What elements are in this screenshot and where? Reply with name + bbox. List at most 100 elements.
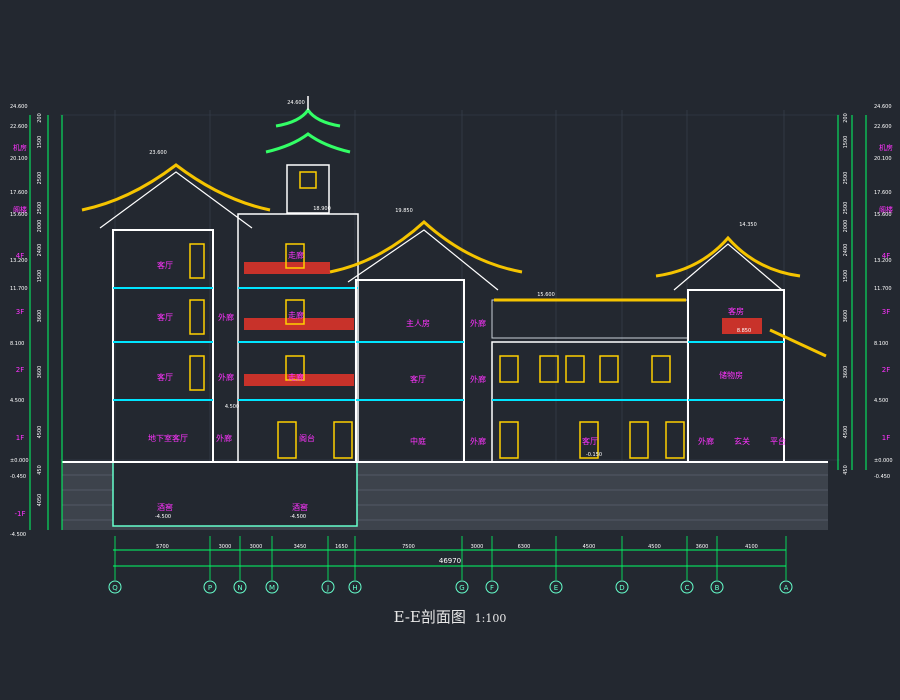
vertical-dimension-right: 200	[843, 113, 849, 123]
room-label: 中庭	[410, 436, 426, 446]
room-label: 酒窖	[292, 502, 308, 512]
floor-label-right: 机房	[879, 143, 893, 152]
axis-label: G	[459, 584, 464, 592]
room-label: 走廊	[288, 250, 304, 260]
drawing-title-main: E-E剖面图	[393, 608, 466, 626]
vertical-dimension-left: 2500	[37, 202, 43, 215]
elevation-tag: 8.850	[737, 328, 751, 334]
bay-dimension: 3000	[219, 544, 232, 550]
axis-label: A	[784, 584, 789, 592]
level-value-left: 8.100	[10, 341, 24, 347]
drawing-title: E-E剖面图 1:100	[0, 606, 900, 627]
floor-label-left: 3F	[16, 308, 24, 316]
axis-label: P	[208, 584, 212, 592]
room-label: 外廊	[470, 374, 486, 384]
vertical-dimension-right: 2400	[843, 244, 849, 257]
vertical-dimension-left: 2500	[37, 172, 43, 185]
vertical-dimension-left: 3600	[37, 366, 43, 379]
vertical-dimension-right: 2000	[843, 220, 849, 233]
room-label: 玄关	[734, 436, 750, 446]
room-label: 走廊	[288, 310, 304, 320]
vertical-dimension-left: 200	[37, 113, 43, 123]
elevation-tag: -4.500	[290, 514, 306, 520]
vertical-dimension-right: 4500	[843, 426, 849, 439]
bay-dimension: 7500	[402, 544, 415, 550]
vertical-dimension-right: 2500	[843, 172, 849, 185]
level-value-left: -0.450	[10, 474, 26, 480]
floor-label-right: 1F	[882, 434, 890, 442]
level-value-right: 17.600	[874, 190, 892, 196]
room-label: 客厅	[157, 372, 173, 382]
bay-dimension: 5700	[156, 544, 169, 550]
overall-dimension: 46970	[439, 557, 461, 565]
axis-label: B	[715, 584, 720, 592]
elevation-tag: 24.600	[287, 100, 305, 106]
elevation-tag: 14.350	[739, 222, 757, 228]
vertical-dimension-right: 1500	[843, 270, 849, 283]
room-label: 客厅	[410, 374, 426, 384]
axis-label: M	[269, 584, 275, 592]
vertical-dimension-right: 3600	[843, 310, 849, 323]
room-label: 外廊	[216, 433, 232, 443]
level-value-right: 22.600	[874, 124, 892, 130]
axis-label: Q	[112, 584, 118, 592]
vertical-dimension-left: 4050	[37, 494, 43, 507]
vertical-dimension-left: 450	[37, 465, 43, 475]
bay-dimension: 4100	[745, 544, 758, 550]
bay-dimension: 3000	[250, 544, 263, 550]
vertical-dimension-left: 3600	[37, 310, 43, 323]
axis-label: F	[490, 584, 494, 592]
level-value-right: 4.500	[874, 398, 888, 404]
vertical-dimension-left: 1500	[37, 136, 43, 149]
elevation-tag: 15.600	[537, 292, 555, 298]
room-label: 地下室客厅	[148, 433, 188, 443]
level-value-right: 13.200	[874, 258, 892, 264]
level-value-right: 11.700	[874, 286, 892, 292]
bay-dimension: 3600	[696, 544, 709, 550]
room-label: 客厅	[157, 312, 173, 322]
basement-void	[112, 461, 358, 527]
elevation-tag: -4.500	[155, 514, 171, 520]
axis-label: J	[326, 584, 329, 592]
level-value-right: -0.450	[874, 474, 890, 480]
elevation-tag: 18.900	[313, 206, 331, 212]
floor-label-right: 3F	[882, 308, 890, 316]
level-value-right: 15.600	[874, 212, 892, 218]
room-label: 储物房	[719, 370, 743, 380]
vertical-dimension-left: 1500	[37, 270, 43, 283]
axis-label: H	[352, 584, 357, 592]
axis-label: C	[685, 584, 690, 592]
level-value-left: 24.600	[10, 104, 28, 110]
room-label: 主人房	[406, 318, 430, 328]
level-value-left: 22.600	[10, 124, 28, 130]
room-label: 外廊	[470, 436, 486, 446]
vertical-dimension-left: 2400	[37, 244, 43, 257]
room-label: 外廊	[218, 372, 234, 382]
axis-label: E	[554, 584, 558, 592]
level-value-left: 17.600	[10, 190, 28, 196]
room-label: 平台	[770, 436, 786, 446]
room-label: 外廊	[470, 318, 486, 328]
level-value-left: 15.600	[10, 212, 28, 218]
floor-label-right: 2F	[882, 366, 890, 374]
vertical-dimension-left: 4500	[37, 426, 43, 439]
room-label: 外廊	[218, 312, 234, 322]
level-value-right: 8.100	[874, 341, 888, 347]
level-value-left: 13.200	[10, 258, 28, 264]
drawing-scale: 1:100	[474, 612, 507, 625]
bay-dimension: 4500	[648, 544, 661, 550]
level-value-left: ±0.000	[10, 458, 29, 464]
elevation-tag: 4.500	[225, 404, 239, 410]
room-label: 走廊	[288, 372, 304, 382]
level-value-right: ±0.000	[874, 458, 893, 464]
room-label: 酒窖	[157, 502, 173, 512]
level-value-left: 11.700	[10, 286, 28, 292]
axis-label: N	[237, 584, 242, 592]
elevation-tag: 19.850	[395, 208, 413, 214]
floor-label-left: 2F	[16, 366, 24, 374]
vertical-dimension-left: 2000	[37, 220, 43, 233]
room-label: 阁台	[299, 433, 315, 443]
room-label: 外廊	[698, 436, 714, 446]
room-label: 客厅	[157, 260, 173, 270]
bay-dimension: 1650	[335, 544, 348, 550]
